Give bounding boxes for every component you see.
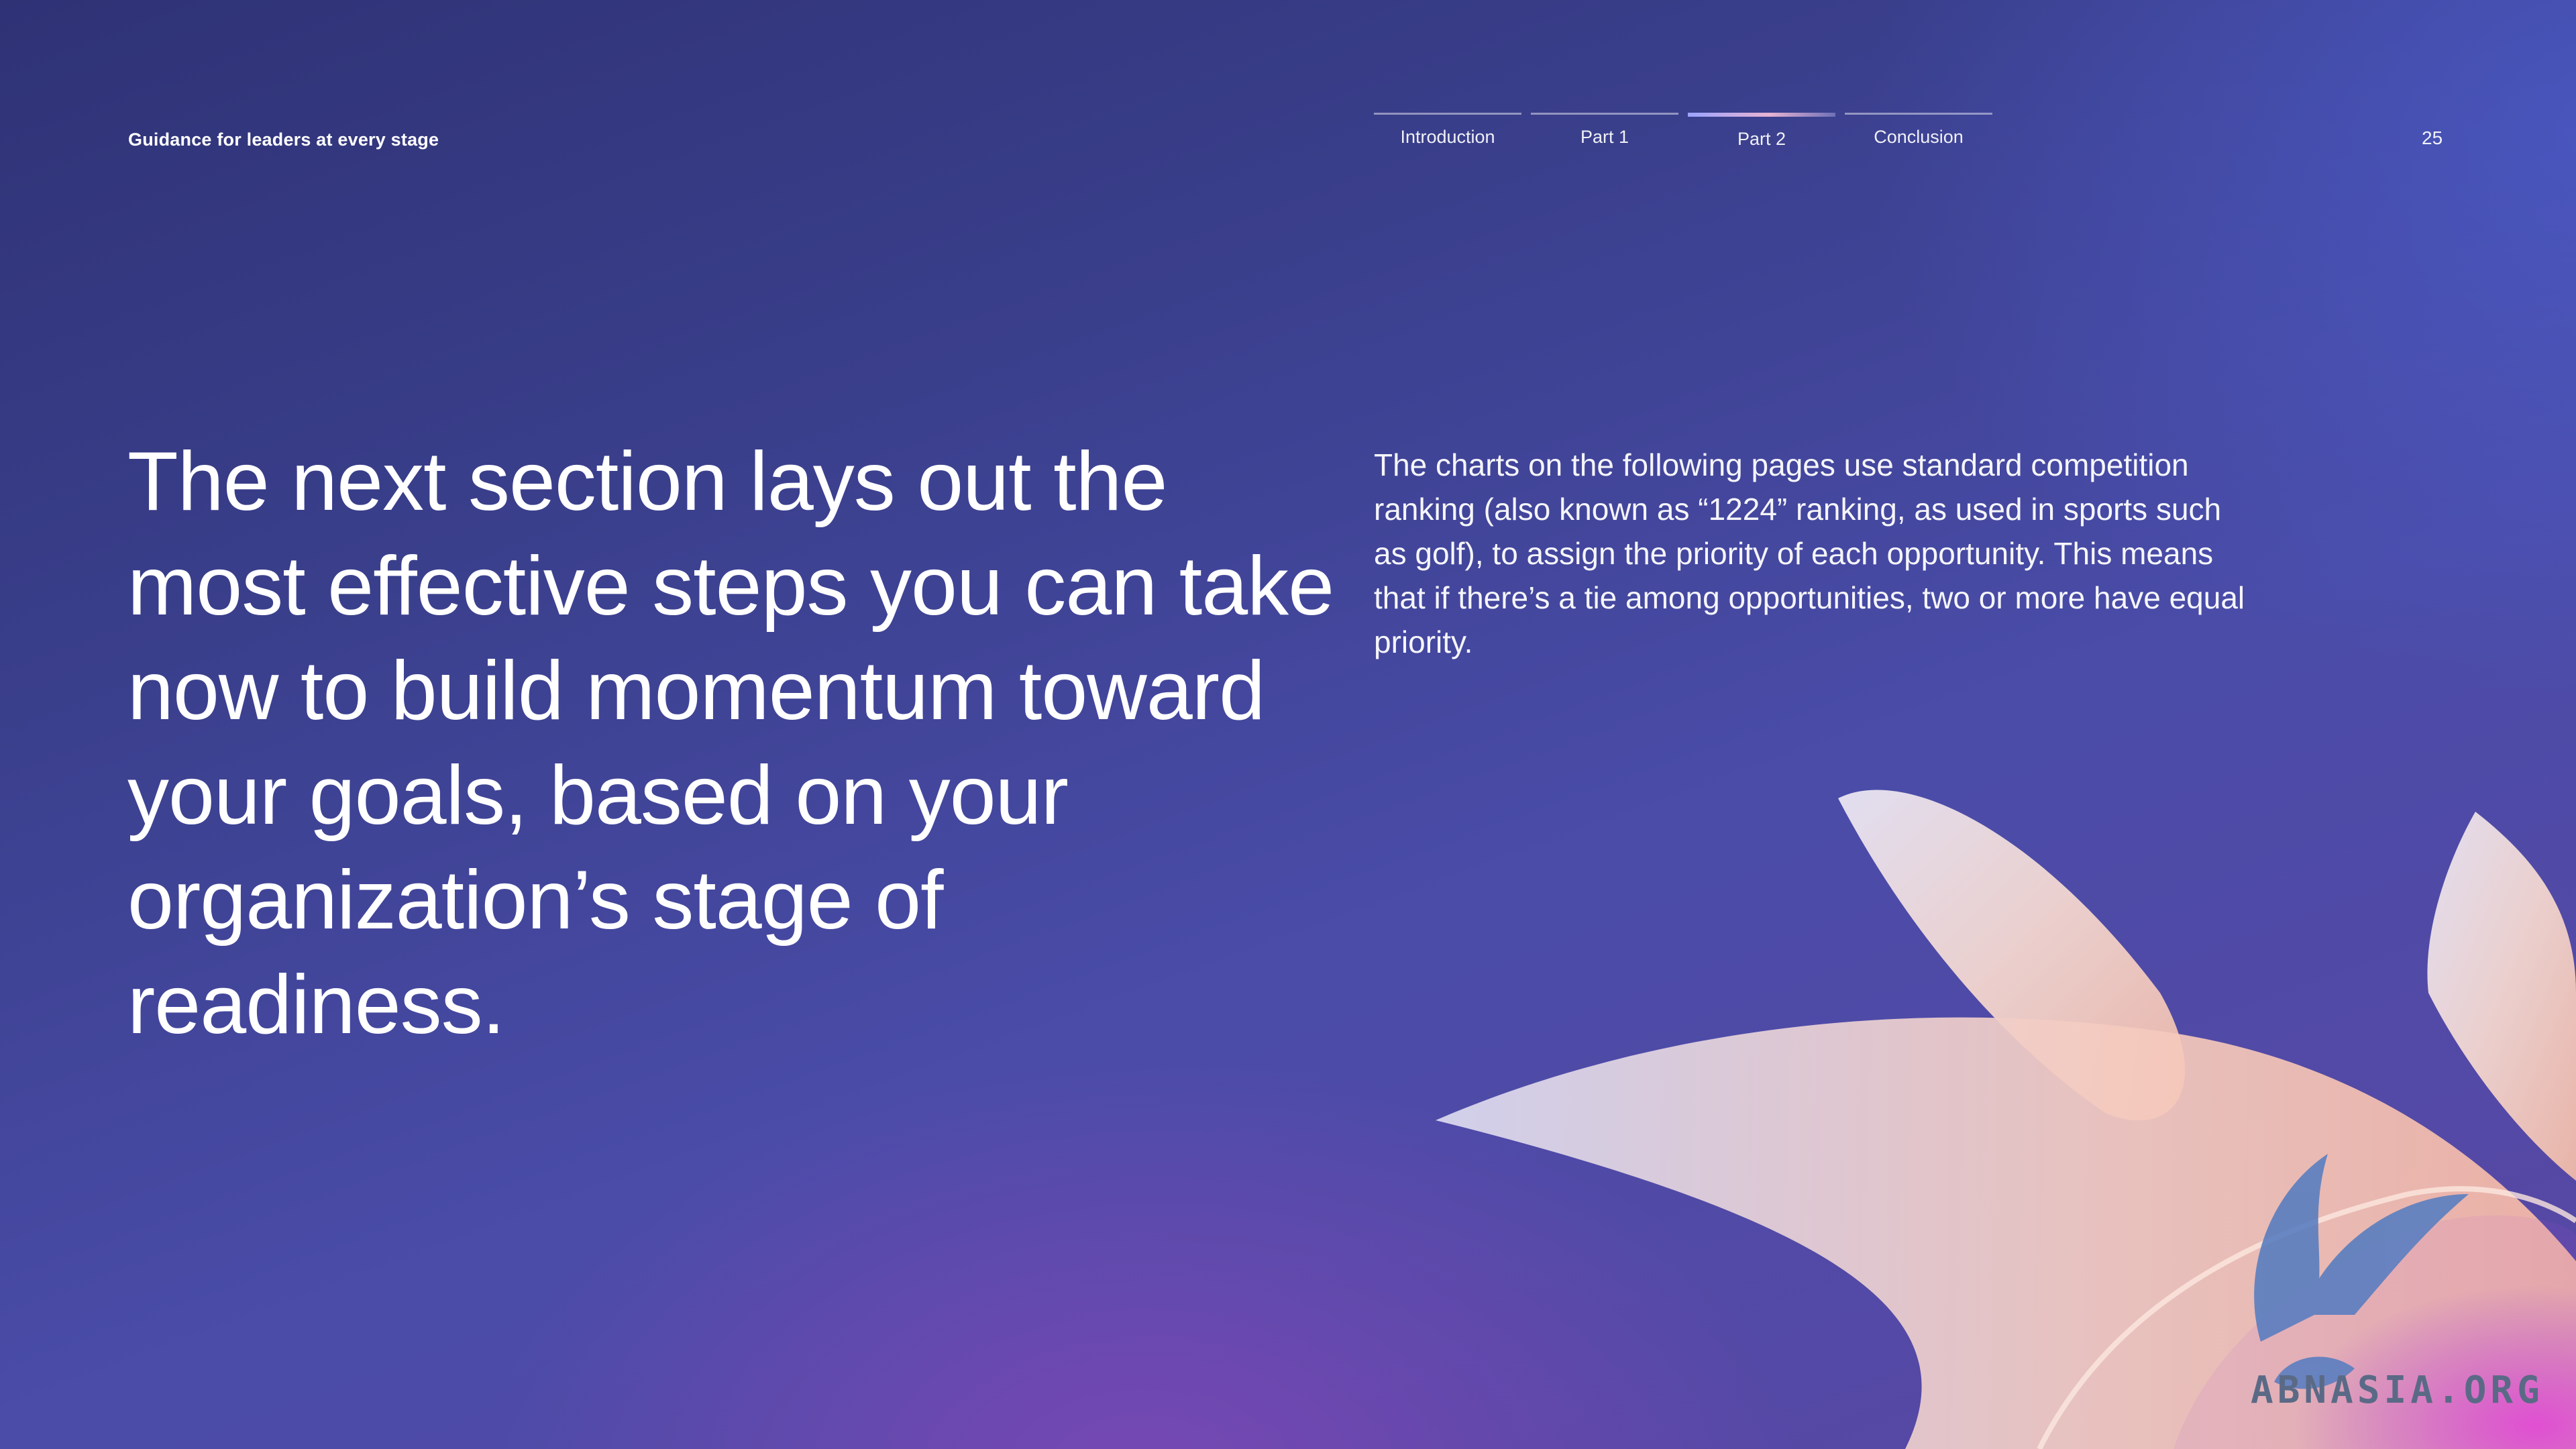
headline: The next section lays out the most effec…	[127, 435, 1334, 1051]
document-title: Guidance for leaders at every stage	[128, 129, 439, 150]
section-nav: Introduction Part 1 Part 2 Conclusion	[1374, 113, 1992, 164]
tab-conclusion[interactable]: Conclusion	[1845, 113, 1992, 162]
tab-label: Introduction	[1400, 127, 1495, 147]
body-text: The charts on the following pages use st…	[1374, 447, 2245, 659]
tab-introduction[interactable]: Introduction	[1374, 113, 1521, 162]
tab-label: Part 1	[1580, 127, 1629, 147]
watermark: ABNASIA.ORG	[2251, 1368, 2544, 1412]
page-number: 25	[2422, 127, 2443, 148]
tab-part-2[interactable]: Part 2	[1688, 113, 1835, 164]
tab-label: Part 2	[1737, 129, 1786, 149]
tab-part-1[interactable]: Part 1	[1531, 113, 1678, 162]
flower-art-image	[1436, 790, 2576, 1449]
tab-label: Conclusion	[1874, 127, 1964, 147]
